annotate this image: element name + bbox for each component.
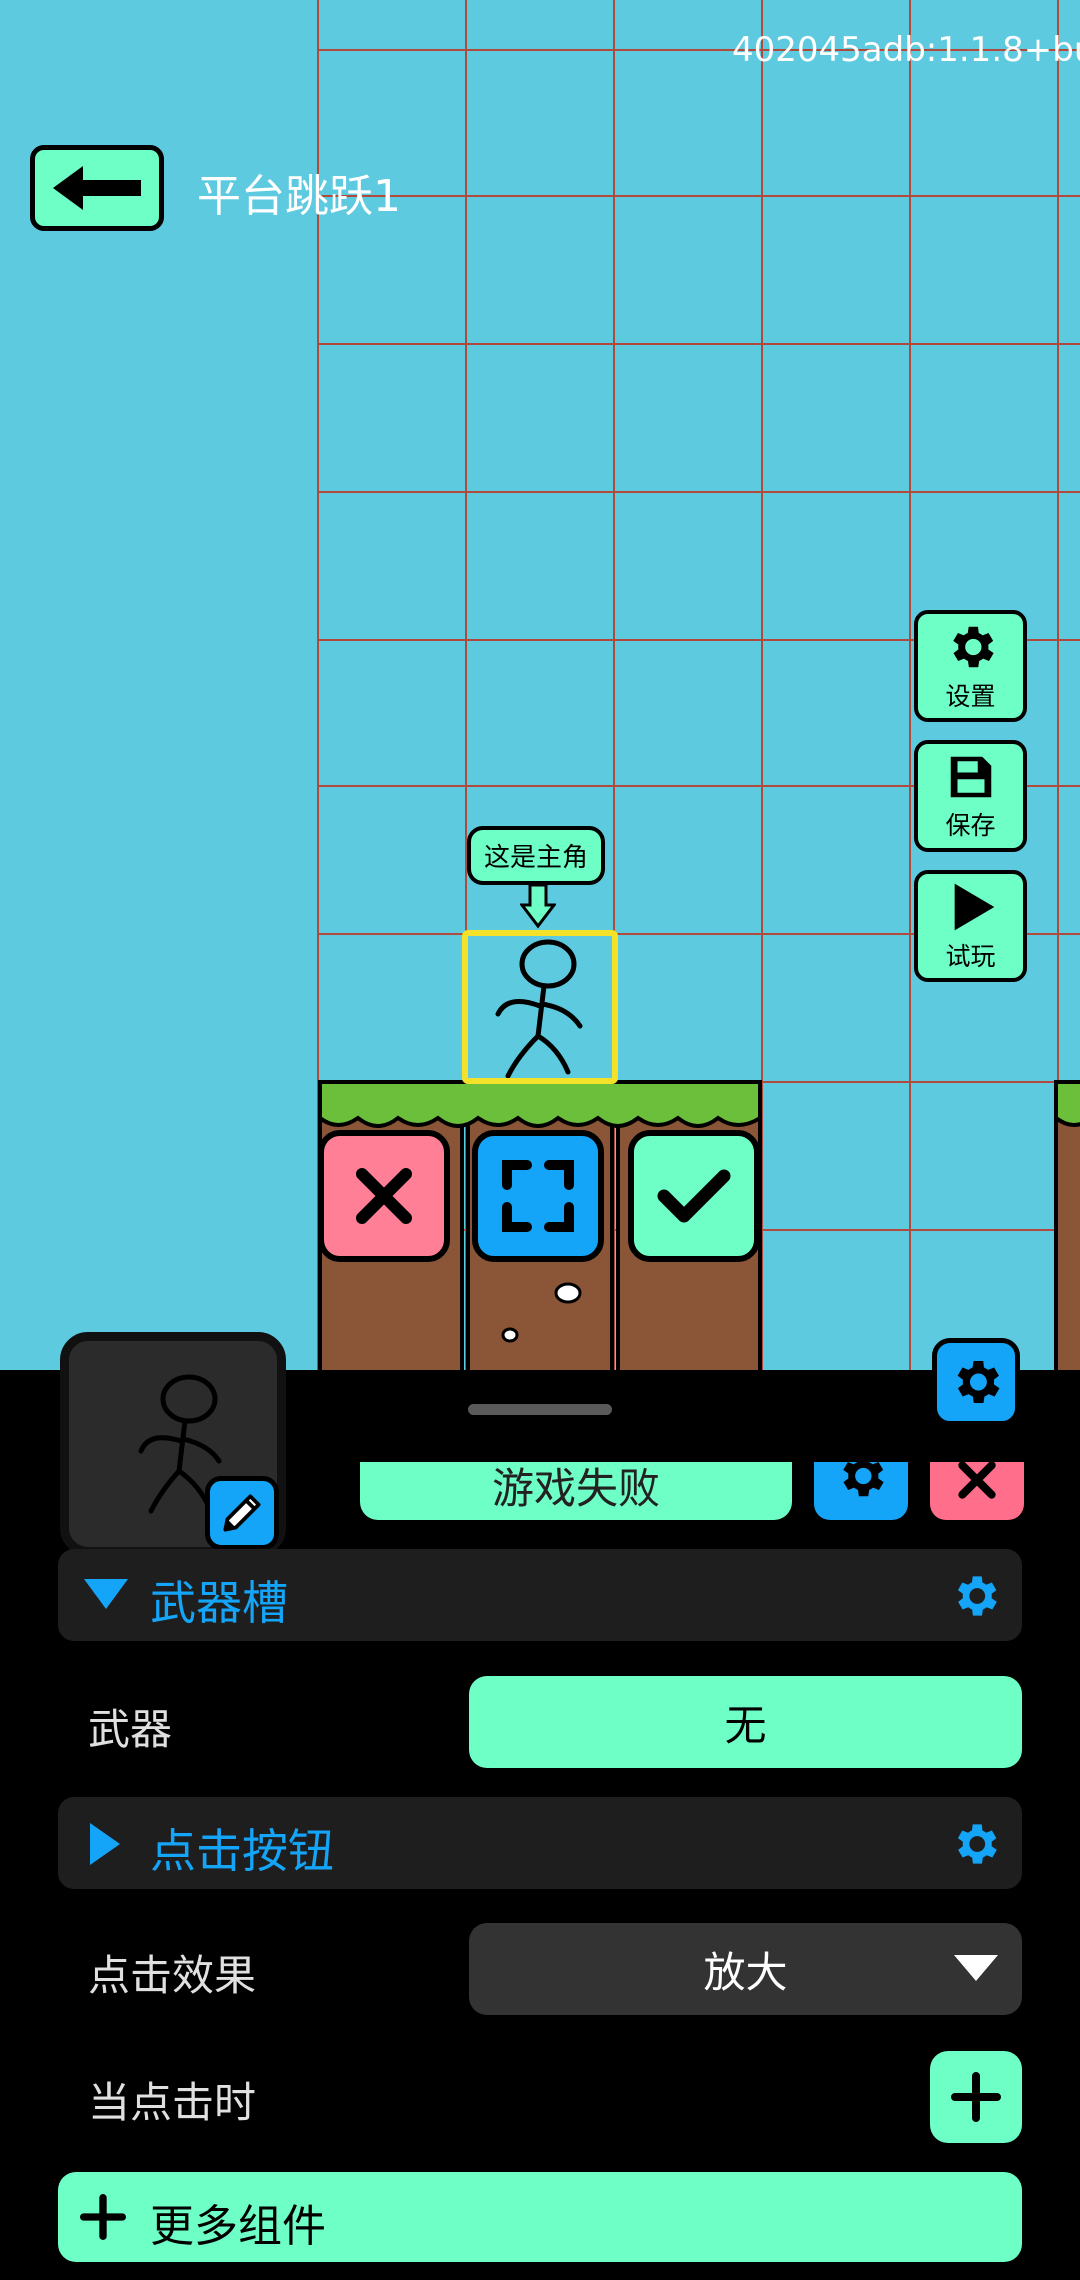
level-title: 平台跳跃1 — [197, 171, 401, 222]
ground-tile-edge[interactable] — [1052, 1078, 1080, 1370]
arrow-left-icon — [53, 166, 141, 210]
click-effect-label: 点击效果 — [88, 1951, 257, 2000]
hero-tooltip: 这是主角 — [467, 826, 605, 885]
gear-icon[interactable] — [948, 1817, 1002, 1871]
panel-drag-handle[interactable] — [468, 1404, 612, 1415]
fullscreen-icon — [502, 1160, 574, 1232]
triangle-right-icon — [90, 1823, 120, 1865]
gear-icon — [957, 1360, 1000, 1404]
edit-thumbnail-button[interactable] — [205, 1476, 279, 1550]
confirm-object-button[interactable] — [628, 1130, 760, 1262]
resize-object-button[interactable] — [472, 1130, 604, 1262]
game-fail-settings-button[interactable] — [814, 1462, 908, 1520]
weapon-select-button[interactable]: 无 — [469, 1676, 1022, 1768]
panel-settings-button[interactable] — [932, 1338, 1020, 1426]
more-components-label: 更多组件 — [150, 2201, 326, 2252]
click-effect-value: 放大 — [703, 1947, 788, 1997]
close-icon — [958, 1462, 996, 1499]
gear-icon — [843, 1462, 884, 1497]
plus-icon — [80, 2194, 126, 2240]
pencil-icon — [223, 1494, 261, 1532]
weapon-label: 武器 — [88, 1705, 173, 1754]
gear-icon[interactable] — [948, 1569, 1002, 1623]
close-icon — [356, 1168, 412, 1224]
arrow-down-icon — [520, 883, 556, 929]
delete-object-button[interactable] — [318, 1130, 450, 1262]
click-effect-dropdown[interactable]: 放大 — [469, 1923, 1022, 2015]
game-fail-button[interactable]: 游戏失败 — [360, 1462, 792, 1520]
triangle-down-icon — [84, 1579, 128, 1609]
section-click-button[interactable]: 点击按钮 — [58, 1797, 1022, 1889]
gear-icon — [952, 626, 994, 668]
play-test-label: 试玩 — [945, 942, 996, 971]
stickman-hero — [495, 939, 583, 1079]
section-title: 点击按钮 — [150, 1824, 334, 1878]
add-click-action-button[interactable] — [930, 2051, 1022, 2143]
level-editor-canvas[interactable]: 402045adb:1.1.8+build 平台跳跃1 设置 保存 试玩 这是主… — [0, 0, 1080, 1370]
play-test-button[interactable]: 试玩 — [914, 870, 1027, 982]
game-fail-remove-button[interactable] — [930, 1462, 1024, 1520]
build-version: 402045adb:1.1.8+build — [732, 30, 1080, 70]
settings-label: 设置 — [945, 682, 996, 711]
play-icon — [954, 883, 994, 931]
section-title: 武器槽 — [150, 1576, 288, 1630]
chevron-down-icon — [954, 1955, 998, 1981]
plus-icon — [951, 2072, 1001, 2122]
back-button[interactable] — [30, 145, 164, 231]
check-icon — [657, 1169, 731, 1223]
save-icon — [950, 756, 991, 798]
save-label: 保存 — [945, 811, 996, 840]
settings-button[interactable]: 设置 — [914, 610, 1027, 722]
section-weapon-slot[interactable]: 武器槽 — [58, 1549, 1022, 1641]
more-components-button[interactable]: 更多组件 — [58, 2172, 1022, 2262]
on-click-label: 当点击时 — [88, 2078, 257, 2127]
save-button[interactable]: 保存 — [914, 740, 1027, 852]
selected-hero[interactable] — [462, 930, 618, 1084]
